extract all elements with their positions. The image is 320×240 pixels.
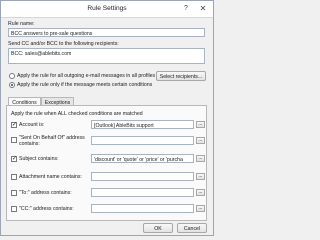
radio-apply-conditions[interactable]	[9, 82, 15, 88]
condition-ellipsis-account[interactable]: ...	[196, 121, 205, 128]
condition-ellipsis-cc[interactable]: ...	[196, 205, 205, 212]
condition-label-sent-on-behalf-text: "Sent On Behalf Of" address contains:	[19, 135, 85, 147]
condition-label-to: "To:" address contains:	[19, 190, 72, 196]
title-bar: Rule Settings ? ✕	[1, 1, 213, 18]
condition-ellipsis-sent-on-behalf[interactable]: ...	[196, 137, 205, 144]
condition-label-account: Account is:	[19, 122, 45, 128]
condition-field-account[interactable]: [Outlook] AbleBits support	[91, 120, 194, 129]
rule-settings-dialog: Rule Settings ? ✕ Rule name: BCC answers…	[0, 0, 214, 236]
condition-checkbox-attachment[interactable]	[11, 174, 17, 180]
radio-apply-all-label: Apply the rule for all outgoing e-mail m…	[17, 73, 156, 79]
condition-ellipsis-subject[interactable]: ...	[196, 155, 205, 162]
condition-field-to[interactable]	[91, 188, 194, 197]
rule-name-field[interactable]: BCC answers to pre-sale questions	[8, 28, 205, 37]
condition-label-cc: "CC:" address contains:	[19, 206, 74, 212]
cancel-button[interactable]: Cancel	[177, 223, 207, 233]
condition-checkbox-account[interactable]: ✓	[11, 122, 17, 128]
send-cc-value: BCC: sales@ablebits.com	[11, 50, 72, 57]
ok-button[interactable]: OK	[143, 223, 173, 233]
condition-value-subject: 'discount' or 'quote' or 'price' or 'pur…	[94, 156, 183, 163]
condition-checkbox-subject[interactable]: ✓	[11, 156, 17, 162]
send-cc-field[interactable]: BCC: sales@ablebits.com	[8, 48, 205, 64]
radio-apply-all[interactable]	[9, 73, 15, 79]
condition-ellipsis-to[interactable]: ...	[196, 189, 205, 196]
select-recipients-button[interactable]: Select recipients...	[156, 71, 206, 81]
close-icon[interactable]: ✕	[198, 4, 208, 14]
condition-label-sent-on-behalf: "Sent On Behalf Of" address contains:	[19, 135, 87, 147]
condition-ellipsis-attachment[interactable]: ...	[196, 173, 205, 180]
send-cc-label: Send CC and/or BCC to the following reci…	[8, 41, 119, 47]
radio-apply-conditions-label: Apply the rule only if the message meets…	[17, 82, 153, 88]
condition-checkbox-to[interactable]	[11, 190, 17, 196]
conditions-header: Apply the rule when ALL checked conditio…	[11, 111, 143, 117]
rule-name-label: Rule name:	[8, 21, 35, 27]
condition-value-account: [Outlook] AbleBits support	[94, 122, 154, 129]
help-icon[interactable]: ?	[181, 4, 191, 14]
condition-checkbox-sent-on-behalf[interactable]	[11, 137, 17, 143]
conditions-panel: Apply the rule when ALL checked conditio…	[6, 105, 207, 221]
rule-name-value: BCC answers to pre-sale questions	[11, 30, 93, 37]
condition-label-attachment: Attachment name contains:	[19, 174, 82, 180]
condition-field-attachment[interactable]	[91, 172, 194, 181]
condition-checkbox-cc[interactable]	[11, 206, 17, 212]
condition-field-subject[interactable]: 'discount' or 'quote' or 'price' or 'pur…	[91, 154, 194, 163]
condition-field-cc[interactable]	[91, 204, 194, 213]
condition-label-subject: Subject contains:	[19, 156, 59, 162]
condition-field-sent-on-behalf[interactable]	[91, 136, 194, 145]
